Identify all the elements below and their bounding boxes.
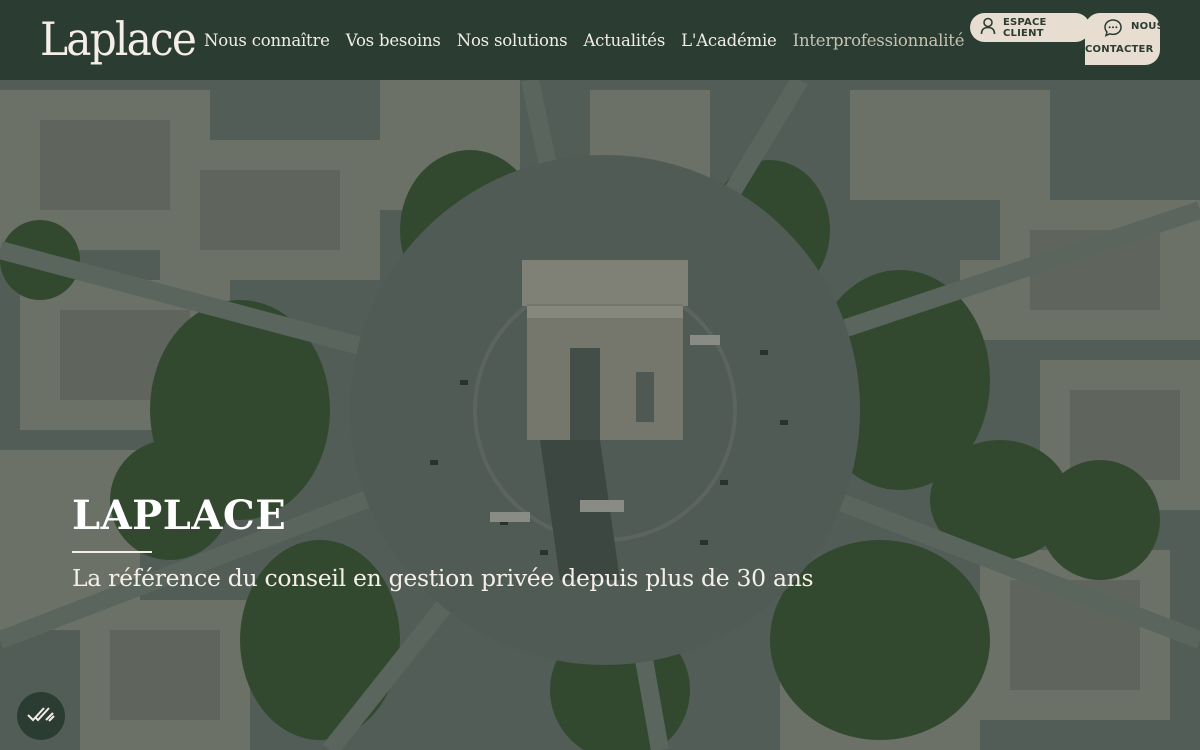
hero-title: LAPLACE [72, 492, 287, 539]
nav-vos-besoins[interactable]: Vos besoins [346, 31, 441, 50]
hero-section: LAPLACE La référence du conseil en gesti… [0, 80, 1200, 750]
hero-subtitle: La référence du conseil en gestion privé… [72, 564, 814, 592]
nav-nous-connaitre[interactable]: Nous connaître [204, 31, 330, 50]
hero-divider [72, 551, 152, 553]
contact-label-line1: NOUS [1131, 21, 1164, 32]
site-header: Laplace Nous connaître Vos besoins Nos s… [0, 0, 1200, 80]
nous-contacter-button[interactable]: NOUS CONTACTER [1085, 13, 1164, 65]
cookie-consent-button[interactable] [17, 692, 65, 740]
contact-label-line2: CONTACTER [1085, 44, 1154, 55]
laplace-logo[interactable]: Laplace [40, 6, 197, 74]
espace-client-label: ESPACE CLIENT [1003, 16, 1047, 39]
double-check-icon [26, 704, 56, 728]
chat-icon [1103, 18, 1123, 41]
espace-client-button[interactable]: ESPACE CLIENT [970, 13, 1090, 42]
main-nav: Nous connaître Vos besoins Nos solutions… [204, 28, 964, 52]
nav-nos-solutions[interactable]: Nos solutions [457, 31, 568, 50]
hero-overlay [0, 80, 1200, 750]
nav-actualites[interactable]: Actualités [583, 31, 665, 50]
nav-academie[interactable]: L'Académie [681, 31, 777, 50]
user-icon [980, 17, 996, 38]
nav-interprofessionnalite[interactable]: Interprofessionnalité [793, 31, 965, 50]
